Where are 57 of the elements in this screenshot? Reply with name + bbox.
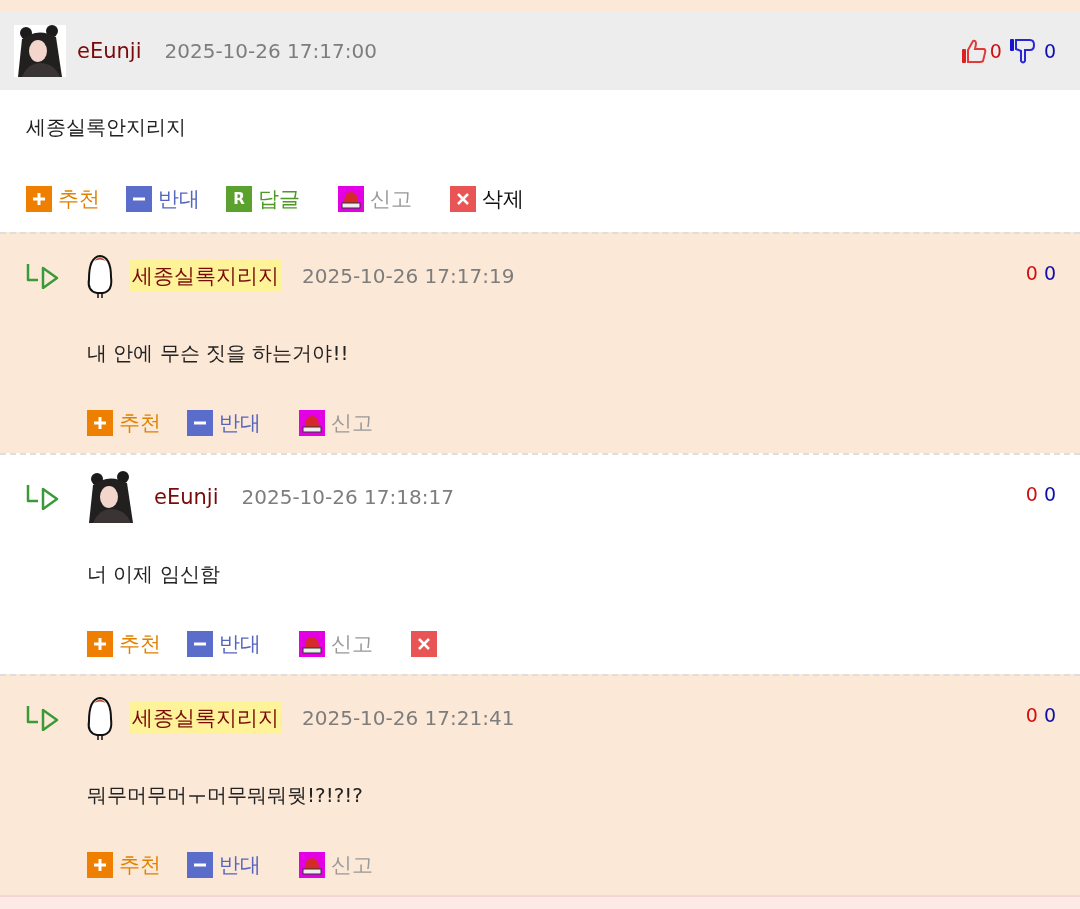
dislike-count: 0 xyxy=(1043,704,1056,726)
minus-icon[interactable] xyxy=(187,852,213,878)
timestamp: 2025-10-26 17:17:00 xyxy=(164,39,378,63)
oppose-link[interactable]: 반대 xyxy=(219,630,261,658)
siren-icon[interactable] xyxy=(299,631,325,657)
delete-link[interactable]: 삭제 xyxy=(482,185,524,213)
close-icon[interactable] xyxy=(450,186,476,212)
dislike-count: 0 xyxy=(1043,40,1056,62)
close-icon[interactable] xyxy=(411,631,437,657)
timestamp: 2025-10-26 17:21:41 xyxy=(302,706,516,730)
thumbs-down-icon[interactable] xyxy=(1007,37,1036,65)
like-count: 0 xyxy=(1025,483,1038,505)
plus-icon[interactable] xyxy=(26,186,52,212)
comment-text: 세종실록안지리지 xyxy=(26,115,186,139)
minus-icon[interactable] xyxy=(187,410,213,436)
like-count: 0 xyxy=(1025,262,1038,284)
reply-arrow-icon xyxy=(25,263,59,289)
report-link[interactable]: 신고 xyxy=(331,630,373,658)
minus-icon[interactable] xyxy=(187,631,213,657)
siren-icon[interactable] xyxy=(338,186,364,212)
plus-icon[interactable] xyxy=(87,410,113,436)
siren-icon[interactable] xyxy=(299,852,325,878)
author-name[interactable]: eEunji xyxy=(74,37,145,65)
minus-icon[interactable] xyxy=(126,186,152,212)
like-count: 0 xyxy=(1025,704,1038,726)
timestamp: 2025-10-26 17:18:17 xyxy=(241,485,455,509)
oppose-link[interactable]: 반대 xyxy=(219,851,261,879)
report-link[interactable]: 신고 xyxy=(331,409,373,437)
oppose-link[interactable]: 반대 xyxy=(158,185,200,213)
report-link[interactable]: 신고 xyxy=(370,185,412,213)
reply-arrow-icon xyxy=(25,484,59,510)
recommend-link[interactable]: 추천 xyxy=(119,851,161,879)
plus-icon[interactable] xyxy=(87,631,113,657)
report-link[interactable]: 신고 xyxy=(331,851,373,879)
reply-arrow-icon xyxy=(25,705,59,731)
avatar-icon xyxy=(14,25,66,77)
recommend-link[interactable]: 추천 xyxy=(119,409,161,437)
siren-icon[interactable] xyxy=(299,410,325,436)
avatar-icon xyxy=(85,253,115,299)
dislike-count: 0 xyxy=(1043,483,1056,505)
author-name[interactable]: 세종실록지리지 xyxy=(129,702,282,734)
like-count: 0 xyxy=(989,40,1002,62)
comment-text: 너 이제 임신함 xyxy=(87,562,220,586)
dislike-count: 0 xyxy=(1043,262,1056,284)
oppose-link[interactable]: 반대 xyxy=(219,409,261,437)
author-name[interactable]: eEunji xyxy=(151,483,222,511)
reply-link[interactable]: 답글 xyxy=(258,185,300,213)
recommend-link[interactable]: 추천 xyxy=(119,630,161,658)
comment-text: 뭐무머무머ㅜ머무뭐뭐뭣!?!?!? xyxy=(87,783,363,807)
recommend-link[interactable]: 추천 xyxy=(58,185,100,213)
plus-icon[interactable] xyxy=(87,852,113,878)
thumbs-up-icon[interactable] xyxy=(959,37,988,65)
timestamp: 2025-10-26 17:17:19 xyxy=(302,264,516,288)
avatar-icon xyxy=(85,695,115,741)
reply-badge[interactable]: R xyxy=(226,186,252,212)
comment-text: 내 안에 무슨 짓을 하는거야!! xyxy=(87,341,349,365)
author-name[interactable]: 세종실록지리지 xyxy=(129,260,282,292)
